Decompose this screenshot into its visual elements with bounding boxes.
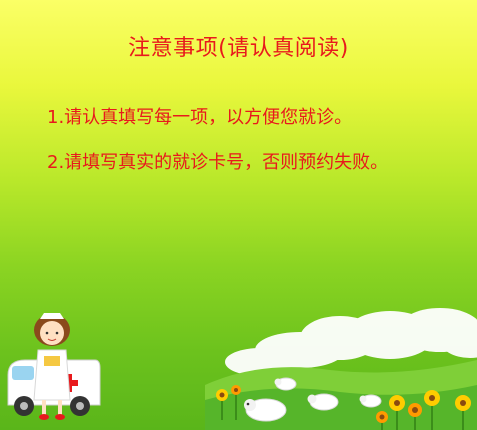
nurse-illustration bbox=[7, 313, 101, 420]
notice-panel: 注意事项(请认真阅读) 1.请认真填写每一项，以方便您就诊。 2.请填写真实的就… bbox=[0, 0, 477, 430]
